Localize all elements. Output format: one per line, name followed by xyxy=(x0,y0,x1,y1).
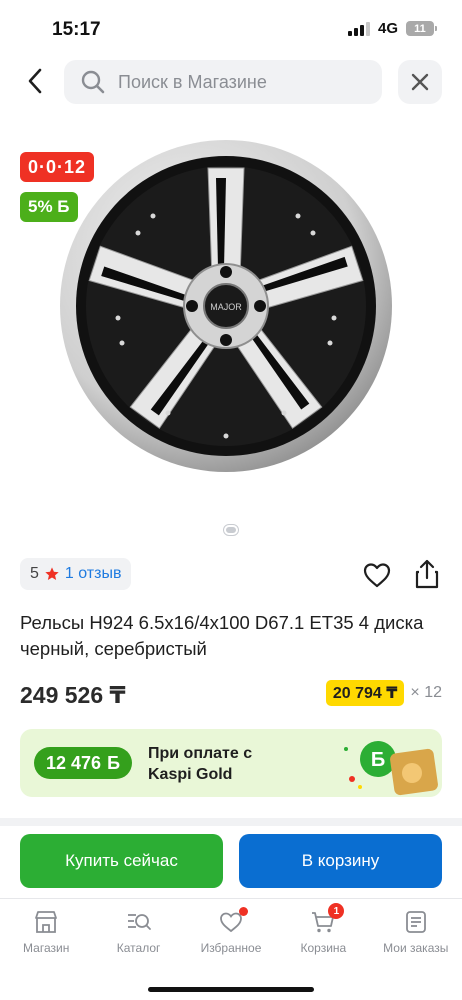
star-icon xyxy=(45,567,59,580)
product-title: Рельсы H924 6.5x16/4x100 D67.1 ET35 4 ди… xyxy=(20,612,424,659)
product-image: MAJOR xyxy=(60,140,392,472)
signal-icon xyxy=(347,21,370,36)
network-type: 4G xyxy=(377,20,398,37)
rating-reviews[interactable]: 5 1 отзыв xyxy=(20,558,132,590)
close-button[interactable] xyxy=(398,60,442,104)
gold-bonus-amount: 12 476 xyxy=(46,752,102,773)
battery-level: 11 xyxy=(414,22,426,35)
store-icon xyxy=(35,911,58,933)
gallery-pagination xyxy=(0,524,462,536)
svg-text:Б: Б xyxy=(371,749,385,771)
tab-label: Каталог xyxy=(116,941,161,955)
catalog-search-icon xyxy=(127,914,151,930)
search-input[interactable] xyxy=(118,71,368,93)
tab-label: Корзина xyxy=(300,941,347,955)
status-bar: 15:17 4G 11 xyxy=(0,0,462,56)
heart-icon xyxy=(218,907,248,935)
cart-icon: 1 xyxy=(310,903,345,935)
tab-favorites[interactable]: Избранное xyxy=(185,899,277,968)
back-button[interactable] xyxy=(18,64,52,98)
search-icon xyxy=(81,70,105,94)
cart-count-badge: 1 xyxy=(328,903,345,919)
bonus-currency-symbol: Б xyxy=(107,752,120,773)
monthly-multiplier: × 12 xyxy=(410,684,442,701)
gold-bonus-pill: 12 476 Б xyxy=(34,747,132,779)
notification-dot xyxy=(238,907,248,916)
section-divider xyxy=(0,818,462,826)
kaspi-gold-banner[interactable]: 12 476 Б При оплате с Kaspi Gold Б xyxy=(20,729,442,797)
gold-text-line2: Kaspi Gold xyxy=(148,766,233,783)
search-box[interactable] xyxy=(64,60,382,104)
gold-text: При оплате с Kaspi Gold xyxy=(148,743,252,785)
tab-store[interactable]: Магазин xyxy=(0,899,92,968)
monthly-amount: 20 794 ₸ xyxy=(325,680,405,706)
status-time: 15:17 xyxy=(52,19,101,40)
installment-info[interactable]: 20 794 ₸ × 12 xyxy=(325,680,442,706)
product-gallery[interactable]: MAJOR 0·0·12 5% Б xyxy=(0,120,462,540)
tab-catalog[interactable]: Каталог xyxy=(92,899,184,968)
pagination-dot-active[interactable] xyxy=(223,524,239,536)
status-indicators: 4G 11 xyxy=(347,20,437,37)
tab-orders[interactable]: Мои заказы xyxy=(370,899,462,968)
chevron-left-icon xyxy=(28,68,42,94)
tab-cart[interactable]: 1 Корзина xyxy=(277,899,369,968)
add-to-cart-button[interactable]: В корзину xyxy=(239,834,442,888)
gold-text-line1: При оплате с xyxy=(148,745,253,762)
tab-label: Магазин xyxy=(23,941,70,955)
search-header xyxy=(0,58,462,108)
bonus-badge: 5% Б xyxy=(20,192,78,222)
purchase-actions: Купить сейчас В корзину xyxy=(0,832,462,892)
orders-icon xyxy=(405,911,426,933)
close-icon xyxy=(411,73,429,91)
installment-badge: 0·0·12 xyxy=(20,152,95,182)
reviews-link[interactable]: 1 отзыв xyxy=(65,565,122,583)
tab-label: Мои заказы xyxy=(383,941,449,955)
home-indicator[interactable] xyxy=(148,987,314,992)
kaspi-gold-card-illustration: Б xyxy=(344,741,438,796)
rating-value: 5 xyxy=(30,565,39,582)
share-icon[interactable] xyxy=(412,558,442,590)
wheel-brand-cap: MAJOR xyxy=(210,302,242,312)
tab-label: Избранное xyxy=(200,941,262,955)
product-price: 249 526 ₸ xyxy=(20,682,126,708)
battery-icon: 11 xyxy=(406,21,437,36)
favorite-heart-icon[interactable] xyxy=(362,560,392,590)
buy-now-button[interactable]: Купить сейчас xyxy=(20,834,223,888)
bottom-tab-bar: Магазин Каталог Избранное 1 Корзина Мои … xyxy=(0,898,462,968)
